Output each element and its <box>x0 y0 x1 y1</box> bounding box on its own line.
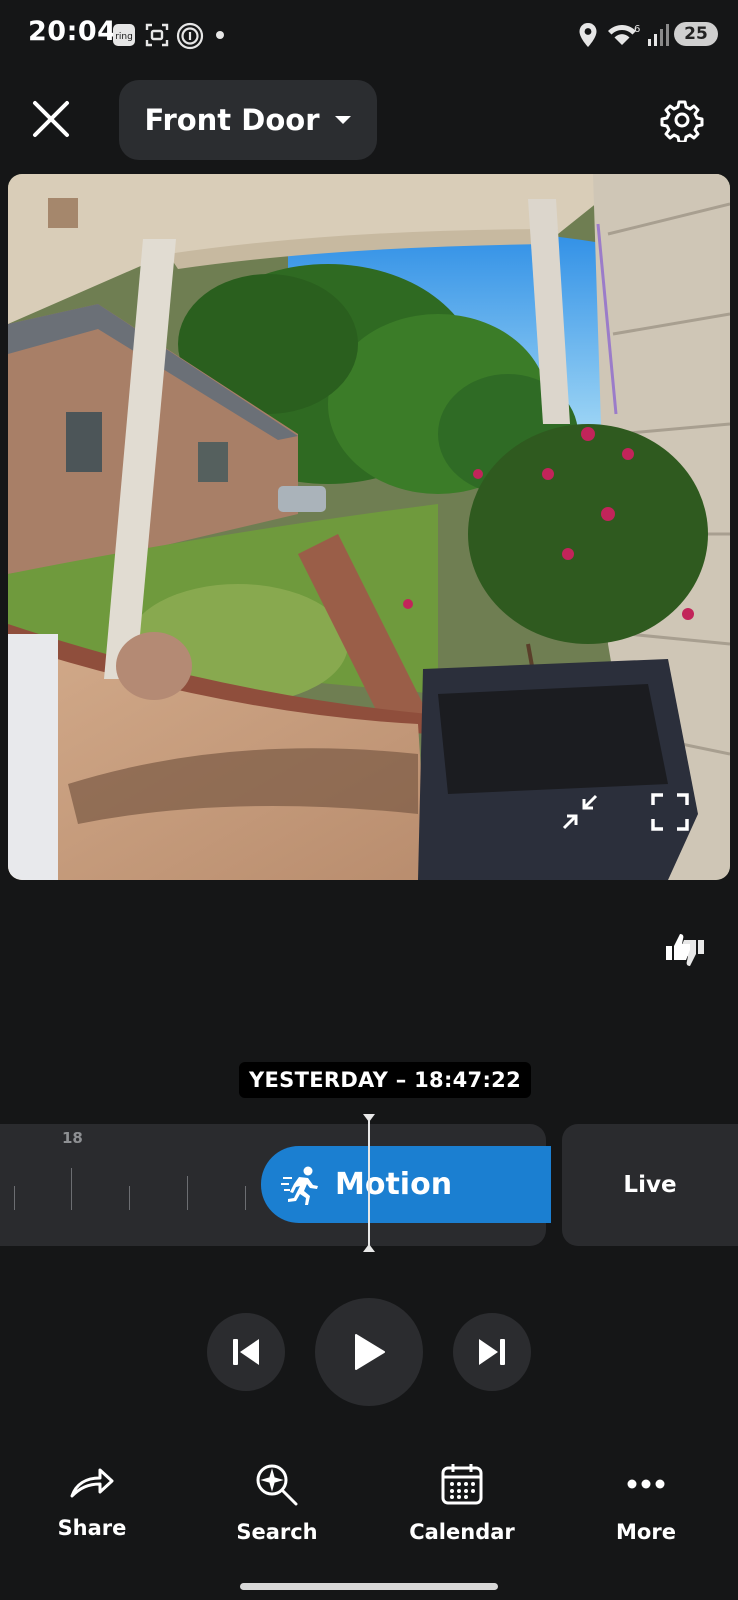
device-selector[interactable]: Front Door <box>119 80 377 160</box>
screenshot-icon <box>144 22 170 48</box>
live-button[interactable]: Live <box>562 1124 738 1246</box>
live-label: Live <box>623 1172 677 1198</box>
timeline-tick <box>245 1186 246 1210</box>
skip-previous-icon <box>233 1339 259 1365</box>
wifi-calling-icon <box>176 22 204 50</box>
more-dots-icon <box>627 1479 665 1489</box>
play-button[interactable] <box>315 1298 423 1406</box>
smart-search-icon <box>256 1464 298 1506</box>
location-icon <box>578 22 598 48</box>
signal-icon <box>646 22 670 48</box>
more-button[interactable]: More <box>571 1462 721 1552</box>
share-label: Share <box>57 1516 127 1540</box>
play-icon <box>355 1334 385 1370</box>
settings-button[interactable] <box>660 98 704 144</box>
status-bar: 20:04 ring 6 25 <box>0 0 738 70</box>
calendar-label: Calendar <box>409 1520 515 1544</box>
timeline-tick-major <box>71 1168 72 1210</box>
event-timestamp: YESTERDAY – 18:47:22 <box>239 1062 531 1098</box>
search-label: Search <box>236 1520 318 1544</box>
motion-event-clip[interactable]: Motion <box>261 1146 551 1223</box>
svg-text:ring: ring <box>115 32 133 42</box>
wifi-icon: 6 <box>606 22 640 48</box>
previous-event-button[interactable] <box>207 1313 285 1391</box>
close-button[interactable] <box>28 96 74 142</box>
chevron-down-icon <box>334 116 351 124</box>
camera-video-feed[interactable] <box>8 174 730 880</box>
timeline-playhead[interactable] <box>363 1114 375 1252</box>
wifi-badge: 6 <box>634 24 640 35</box>
ring-app-icon: ring <box>112 22 136 48</box>
motion-event-label: Motion <box>335 1167 453 1202</box>
status-time: 20:04 <box>28 16 117 47</box>
timeline-tick <box>129 1186 130 1210</box>
timeline-tick <box>14 1186 15 1210</box>
share-button[interactable]: Share <box>17 1462 167 1552</box>
share-arrow-icon <box>70 1468 114 1498</box>
device-name: Front Door <box>144 103 320 137</box>
more-label: More <box>616 1520 676 1544</box>
thumbs-feedback-icon[interactable] <box>664 930 706 970</box>
next-event-button[interactable] <box>453 1313 531 1391</box>
fullscreen-icon[interactable] <box>650 792 690 832</box>
skip-next-icon <box>479 1339 505 1365</box>
battery-indicator: 25 <box>674 22 718 46</box>
timeline-tick <box>187 1176 188 1210</box>
gear-icon <box>660 100 704 144</box>
running-person-icon <box>281 1166 318 1205</box>
calendar-icon <box>441 1464 483 1505</box>
close-icon <box>33 101 69 137</box>
notification-dot-icon <box>216 31 224 39</box>
exit-fullscreen-arrows-icon[interactable] <box>560 792 600 832</box>
timeline-hour-label: 18 <box>62 1129 83 1147</box>
home-indicator[interactable] <box>240 1583 498 1590</box>
video-frame-image <box>8 174 730 880</box>
calendar-button[interactable]: Calendar <box>387 1462 537 1552</box>
search-button[interactable]: Search <box>202 1462 352 1552</box>
